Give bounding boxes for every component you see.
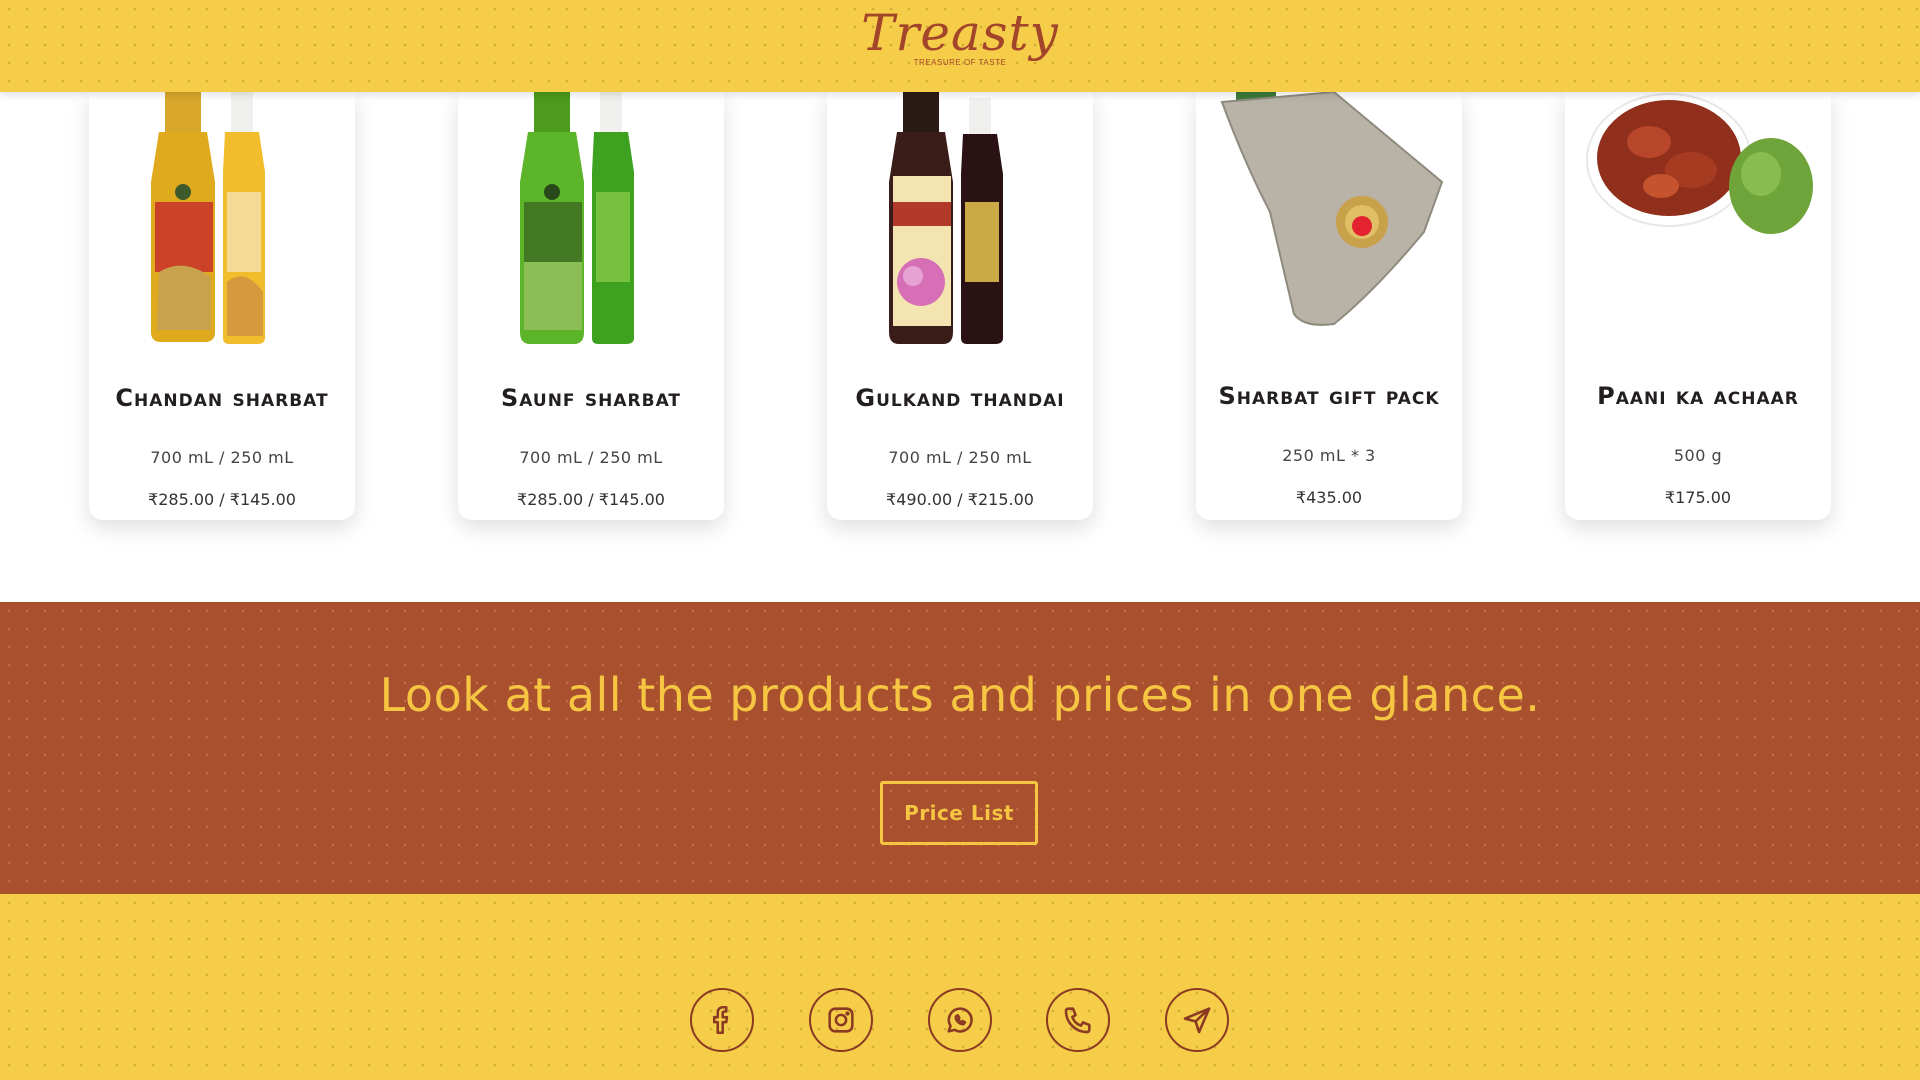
product-size: 700 mL / 250 mL <box>519 448 663 467</box>
product-image <box>1220 92 1444 326</box>
product-price: ₹175.00 <box>1664 488 1732 507</box>
product-card[interactable]: Sharbat gift pack 250 mL * 3 ₹435.00 <box>1196 92 1462 520</box>
product-price: ₹490.00 / ₹215.00 <box>886 490 1034 509</box>
product-image <box>520 92 634 344</box>
product-price: ₹285.00 / ₹145.00 <box>148 490 296 509</box>
product-name: Chandan sharbat <box>115 384 329 412</box>
product-section: Chandan sharbat 700 mL / 250 mL ₹285.00 … <box>0 92 1920 602</box>
logo-tagline: TREASURE OF TASTE <box>913 58 1007 67</box>
product-name: Sharbat gift pack <box>1218 382 1440 410</box>
site-header: Treasty TREASURE OF TASTE <box>0 0 1920 92</box>
product-size: 700 mL / 250 mL <box>150 448 294 467</box>
product-size: 700 mL / 250 mL <box>888 448 1032 467</box>
product-name: Paani ka achaar <box>1597 382 1799 410</box>
product-name: Saunf sharbat <box>500 384 682 412</box>
brand-logo[interactable]: Treasty TREASURE OF TASTE <box>861 2 1058 86</box>
send-icon[interactable] <box>1165 988 1229 1052</box>
product-size: 250 mL * 3 <box>1282 446 1376 465</box>
price-list-banner: Look at all the products and prices in o… <box>0 602 1920 894</box>
phone-icon[interactable] <box>1046 988 1110 1052</box>
product-image <box>889 92 1003 344</box>
product-card[interactable]: Gulkand thandai 700 mL / 250 mL ₹490.00 … <box>827 92 1093 520</box>
logo-wordmark: Treasty <box>861 4 1059 62</box>
product-card[interactable]: Saunf sharbat 700 mL / 250 mL ₹285.00 / … <box>458 92 724 520</box>
product-name: Gulkand thandai <box>855 384 1065 412</box>
instagram-icon[interactable] <box>809 988 873 1052</box>
site-footer <box>0 894 1920 1080</box>
banner-heading: Look at all the products and prices in o… <box>379 668 1541 722</box>
product-price: ₹285.00 / ₹145.00 <box>517 490 665 509</box>
price-list-button[interactable]: Price List <box>880 781 1038 845</box>
product-size: 500 g <box>1673 446 1723 465</box>
product-image <box>1586 93 1813 234</box>
product-card[interactable]: Paani ka achaar 500 g ₹175.00 <box>1565 92 1831 520</box>
facebook-icon[interactable] <box>690 988 754 1052</box>
whatsapp-icon[interactable] <box>928 988 992 1052</box>
product-price: ₹435.00 <box>1295 488 1363 507</box>
product-card[interactable]: Chandan sharbat 700 mL / 250 mL ₹285.00 … <box>89 92 355 520</box>
product-image <box>151 92 265 344</box>
